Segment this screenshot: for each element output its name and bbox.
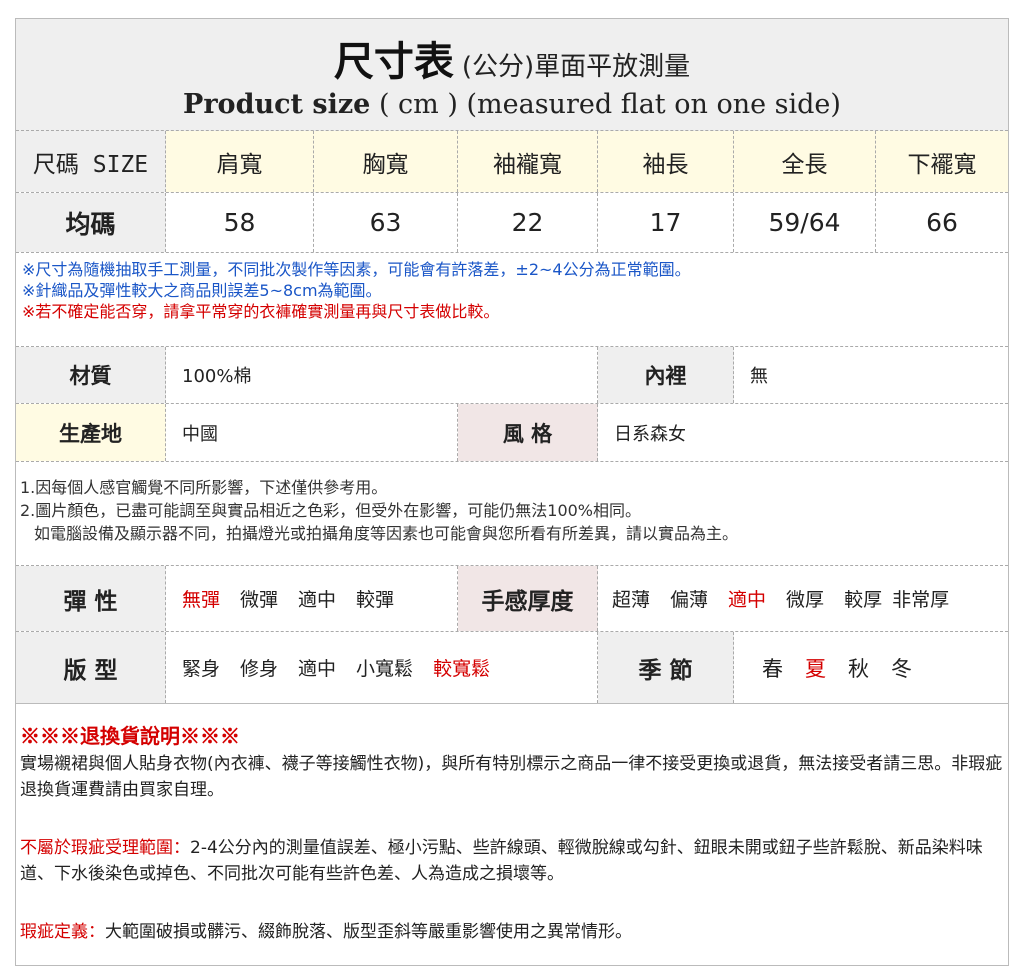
elasticity-label: 彈 性 (16, 566, 166, 631)
size-value-sleeve: 17 (598, 193, 734, 252)
title-english-bold: Product size (183, 89, 371, 120)
size-value-armhole: 22 (458, 193, 598, 252)
defect-text: 大範圍破損或髒污、綴飾脫落、版型歪斜等嚴重影響使用之異常情形。 (105, 922, 632, 942)
season-options: 春 夏 秋 冬 (734, 632, 1008, 703)
style-label: 風 格 (458, 404, 598, 461)
defect-label: 瑕疵定義： (20, 922, 105, 942)
fit-option: 較寬鬆 (433, 658, 491, 680)
elasticity-option: 微彈 (240, 589, 279, 611)
size-header-label: 尺碼 SIZE (16, 131, 166, 192)
elasticity-option: 適中 (298, 589, 337, 611)
size-value-shoulder: 58 (166, 193, 314, 252)
size-header-armhole: 袖襱寬 (458, 131, 598, 192)
reference-notes: 1.因每個人感官觸覺不同所影響，下述僅供參考用。 2.圖片顏色，已盡可能調至與實… (16, 462, 1008, 566)
size-value-label: 均碼 (16, 193, 166, 252)
returns-title: ※※※退換貨說明※※※ (20, 724, 240, 748)
returns-exclusions: 不屬於瑕疵受理範圍：2-4公分內的測量值誤差、極小污點、些許線頭、輕微脫線或勾針… (20, 835, 1005, 887)
thickness-option: 較厚 (844, 589, 883, 611)
size-header-hem: 下襬寬 (876, 131, 1008, 192)
returns-defect-definition: 瑕疵定義：大範圍破損或髒污、綴飾脫落、版型歪斜等嚴重影響使用之異常情形。 (20, 919, 1005, 945)
page-subtitle: (公分)單面平放測量 (461, 52, 691, 82)
info-row-material: 材質 100%棉 內裡 無 (16, 347, 1008, 404)
title-line-english: Product size ( cm ) (measured flat on on… (16, 89, 1008, 120)
returns-paragraph: 實場襯裙與個人貼身衣物(內衣褲、襪子等接觸性衣物)，與所有特別標示之商品一律不接… (20, 754, 1003, 800)
size-header-sleeve: 袖長 (598, 131, 734, 192)
thickness-option: 適中 (728, 589, 767, 611)
attribute-row-fit: 版 型 緊身 修身 適中 小寬鬆 較寬鬆 季 節 春 夏 秋 冬 (16, 632, 1008, 704)
season-option: 夏 (805, 656, 826, 681)
note-line: 如電腦設備及顯示器不同，拍攝燈光或拍攝角度等因素也可能會與您所看有所差異，請以實… (34, 524, 739, 543)
size-table-value-row: 均碼 58 63 22 17 59/64 66 (16, 193, 1008, 253)
title-english-rest: ( cm ) (measured flat on one side) (370, 89, 841, 120)
thickness-option: 超薄 (612, 589, 651, 611)
attribute-row-elasticity: 彈 性 無彈 微彈 適中 較彈 手感厚度 超薄 偏薄 適中 微厚 較厚 非常厚 (16, 566, 1008, 632)
elasticity-option: 較彈 (356, 589, 395, 611)
origin-value: 中國 (166, 404, 458, 461)
measurement-notes: ※尺寸為隨機抽取手工測量，不同批次製作等因素，可能會有許落差，±2~4公分為正常… (16, 253, 1008, 347)
fit-options: 緊身 修身 適中 小寬鬆 較寬鬆 (166, 632, 598, 703)
size-header-length: 全長 (734, 131, 876, 192)
info-row-origin: 生產地 中國 風 格 日系森女 (16, 404, 1008, 462)
material-value: 100%棉 (166, 347, 598, 403)
fit-option: 緊身 (182, 658, 221, 680)
fit-option: 修身 (240, 658, 279, 680)
lining-label: 內裡 (598, 347, 734, 403)
material-label: 材質 (16, 347, 166, 403)
thickness-options: 超薄 偏薄 適中 微厚 較厚 非常厚 (598, 566, 1008, 631)
note-line: ※尺寸為隨機抽取手工測量，不同批次製作等因素，可能會有許落差，±2~4公分為正常… (22, 260, 691, 279)
thickness-option: 非常厚 (892, 589, 950, 611)
season-label: 季 節 (598, 632, 734, 703)
elasticity-options: 無彈 微彈 適中 較彈 (166, 566, 458, 631)
fit-label: 版 型 (16, 632, 166, 703)
thickness-option: 偏薄 (670, 589, 709, 611)
exclusions-label: 不屬於瑕疵受理範圍： (20, 838, 190, 858)
thickness-label: 手感厚度 (458, 566, 598, 631)
size-header-shoulder: 肩寬 (166, 131, 314, 192)
size-chart-sheet: 尺寸表 (公分)單面平放測量 Product size ( cm ) (measu… (15, 18, 1009, 966)
size-table-header-row: 尺碼 SIZE 肩寬 胸寬 袖襱寬 袖長 全長 下襬寬 (16, 131, 1008, 193)
season-option: 秋 (848, 656, 869, 681)
note-line: 1.因每個人感官觸覺不同所影響，下述僅供參考用。 (20, 478, 388, 497)
note-line: 2.圖片顏色，已盡可能調至與實品相近之色彩，但受外在影響，可能仍無法100%相同… (20, 501, 642, 520)
elasticity-option: 無彈 (182, 589, 221, 611)
fit-option: 適中 (298, 658, 337, 680)
thickness-option: 微厚 (786, 589, 825, 611)
title-line: 尺寸表 (公分)單面平放測量 (16, 29, 1008, 87)
note-line-warning: ※若不確定能否穿，請拿平常穿的衣褲確實測量再與尺寸表做比較。 (22, 302, 500, 321)
size-value-length: 59/64 (734, 193, 876, 252)
fit-option: 小寬鬆 (356, 658, 414, 680)
note-line: ※針織品及彈性較大之商品則誤差5~8cm為範圍。 (22, 281, 382, 300)
size-chart-header: 尺寸表 (公分)單面平放測量 Product size ( cm ) (measu… (16, 19, 1008, 131)
origin-label: 生產地 (16, 404, 166, 461)
season-option: 春 (762, 656, 783, 681)
style-value: 日系森女 (614, 423, 686, 445)
season-option: 冬 (891, 656, 912, 681)
size-value-hem: 66 (926, 208, 958, 237)
lining-value: 無 (750, 366, 768, 387)
size-value-chest: 63 (314, 193, 458, 252)
page-title: 尺寸表 (333, 39, 454, 85)
returns-policy: ※※※退換貨說明※※※ 實場襯裙與個人貼身衣物(內衣褲、襪子等接觸性衣物)，與所… (20, 723, 1005, 945)
size-header-chest: 胸寬 (314, 131, 458, 192)
